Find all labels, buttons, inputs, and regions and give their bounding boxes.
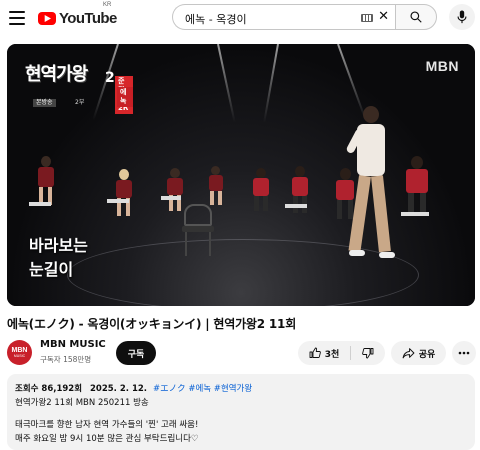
share-button[interactable]: 공유 [391,341,446,365]
stool [285,204,307,208]
microphone-icon [457,10,467,24]
description-line: 태극마크를 향한 남자 현역 가수들의 '찐' 고래 싸움! [15,420,199,430]
voice-search-button[interactable] [449,4,475,30]
lyric-caption: 바라보는 눈길이 [29,236,88,279]
subscriber-count: 구독자 158만명 [40,355,92,364]
channel-name[interactable]: MBN MUSIC [40,339,106,350]
channel-avatar[interactable]: MBN MUSIC [7,340,32,365]
stool [401,212,429,216]
dislike-button[interactable] [351,341,385,365]
empty-chair [182,204,214,256]
avatar-text: MBN [11,346,28,354]
description-line: 현역가왕2 11회 MBN 250211 방송 [15,398,149,408]
like-count: 3천 [324,349,340,360]
more-horizontal-icon [458,351,470,355]
show-title-suffix: 2 [105,70,115,86]
thumbs-down-icon [362,348,374,359]
description-line: 매주 화요일 밤 9시 10분 많은 관심 부탁드립니다♡ [15,434,199,444]
more-actions-button[interactable] [452,341,476,365]
thumbs-up-icon [309,347,321,358]
top-bar: YouTube KR 에녹 - 옥경이 ✕ [0,0,480,36]
seated-performer [251,168,271,212]
youtube-logo[interactable]: YouTube [38,8,117,28]
search-icon [410,11,422,23]
search-query: 에녹 - 옥경이 [185,13,247,26]
like-button[interactable]: 3천 [298,341,350,365]
description-meta: 조회수 86,192회 2025. 2. 12. #エノク #에녹 #현역가왕 [15,382,252,394]
hamburger-icon[interactable] [6,7,28,29]
stool [29,202,51,206]
seated-performer [403,156,431,216]
youtube-play-icon [38,11,56,25]
hashtags[interactable]: #エノク #에녹 #현역가왕 [153,384,252,394]
stool [107,199,129,203]
search-button[interactable] [395,4,437,30]
performer-tag: 에녹 [117,87,133,107]
channel-watermark: MBN [425,58,459,74]
show-title: 현역가왕 [25,64,88,85]
view-count: 조회수 86,192회 [15,384,83,394]
search-input[interactable]: 에녹 - 옥경이 ✕ [172,4,395,30]
seated-performer [113,169,135,217]
clear-search-icon[interactable]: ✕ [378,10,389,24]
avatar-subtext: MUSIC [13,353,26,358]
video-title: 에녹(エノク) - 옥경이(オッキョンイ) | 현역가왕2 11회 [7,317,297,331]
video-player[interactable]: 현역가왕 2 준결승 2R 에녹 본방송 2부 MBN 바라보는 눈길이 [7,44,475,306]
seated-performer [207,166,225,206]
show-logo: 현역가왕 2 준결승 2R 에녹 본방송 2부 [25,60,133,114]
stool [161,196,181,200]
logo-text: YouTube [59,9,117,27]
description-box[interactable]: 조회수 86,192회 2025. 2. 12. #エノク #에녹 #현역가왕 … [7,374,475,450]
upload-date: 2025. 2. 12. [90,384,148,394]
region-code: KR [103,2,112,8]
share-label: 공유 [418,349,436,360]
share-icon [402,348,415,359]
like-dislike-group: 3천 [298,341,385,365]
keyboard-icon[interactable] [361,14,373,22]
singer [345,106,397,266]
broadcast-round: 2부 [75,99,85,106]
broadcast-tag: 본방송 [33,99,56,107]
subscribe-button[interactable]: 구독 [116,341,156,365]
seated-performer [35,156,57,206]
